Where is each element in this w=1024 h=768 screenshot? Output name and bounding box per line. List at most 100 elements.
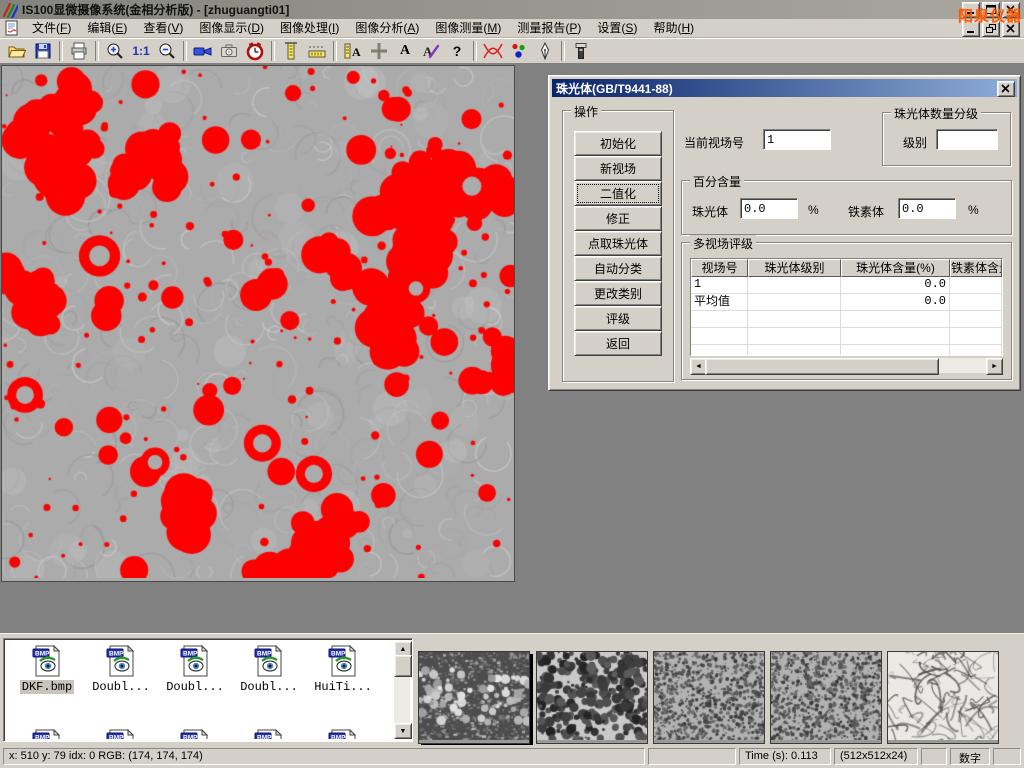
open-file-icon[interactable] (4, 39, 30, 63)
col-header-grade: 珠光体级别 (748, 259, 841, 277)
toolbar: 1:1 A A A ? (0, 38, 1024, 64)
menu-item-0[interactable]: 文件(F) (24, 19, 79, 38)
child-restore-button[interactable] (982, 21, 1000, 37)
table-row-empty (691, 311, 1002, 328)
percent-group: 百分含量 珠光体 % 铁素体 % (681, 180, 1012, 235)
thumbnail-preview-2[interactable] (536, 651, 648, 744)
move-cross-icon[interactable] (366, 39, 392, 63)
print-icon[interactable] (66, 39, 92, 63)
file-item[interactable]: BMP DKF.bmp (10, 645, 84, 729)
micrograph-image[interactable] (2, 66, 514, 578)
zoom-out-icon[interactable] (154, 39, 180, 63)
grade-input[interactable] (936, 129, 998, 150)
timer-icon[interactable] (242, 39, 268, 63)
ferrite-percent-input[interactable] (898, 198, 956, 219)
brush-tool-icon[interactable] (568, 39, 594, 63)
video-capture-icon[interactable] (190, 39, 216, 63)
file-list-scrollbar[interactable]: ▲ ▼ (394, 641, 410, 739)
percent-group-label: 百分含量 (690, 173, 744, 190)
child-close-button[interactable] (1002, 21, 1020, 37)
bmp-file-icon: BMP (180, 645, 210, 677)
menu-item-9[interactable]: 帮助(H) (645, 19, 702, 38)
grade-label: 级别 (903, 134, 927, 151)
bmp-file-icon: BMP (106, 729, 136, 739)
ruler-icon[interactable] (304, 39, 330, 63)
image-size-status: (512x512x24) (834, 748, 918, 765)
status-bar: x: 510 y: 79 idx: 0 RGB: (174, 174, 174)… (0, 745, 1024, 768)
menu-item-8[interactable]: 设置(S) (589, 19, 645, 38)
help-icon[interactable]: ? (444, 39, 470, 63)
table-horizontal-scrollbar[interactable]: ◄ ► (690, 358, 1003, 373)
measure-label-icon[interactable]: A (340, 39, 366, 63)
file-browser-panel: BMP DKF.bmp BMP Doubl... BMP Doubl... BM… (0, 633, 1024, 745)
pick-pearlite-button[interactable]: 点取珠光体 (574, 231, 662, 256)
dialog-close-button[interactable] (997, 81, 1015, 97)
grading-group: 珠光体数量分级 级别 (882, 112, 1011, 166)
thumbnail-preview-5[interactable] (887, 651, 999, 744)
multi-field-group: 多视场评级 视场号 珠光体级别 珠光体含量(%) 铁素体含量(%) 1 0.0 … (681, 242, 1012, 380)
caliper-icon[interactable] (278, 39, 304, 63)
pearlite-percent-input[interactable] (740, 198, 798, 219)
menu-item-2[interactable]: 查看(V) (135, 19, 191, 38)
camera-capture-icon[interactable] (216, 39, 242, 63)
scrollbar-thumb[interactable] (705, 358, 939, 375)
menu-item-1[interactable]: 编辑(E) (79, 19, 135, 38)
minimize-button[interactable] (962, 2, 980, 18)
menu-item-7[interactable]: 测量报告(P) (509, 19, 589, 38)
file-name: Doubl... (238, 680, 300, 694)
application-window: IS100显微摄像系统(金相分析版) - [zhuguangti01] 阳泉仪器… (0, 0, 1024, 768)
actual-size-icon[interactable]: 1:1 (128, 39, 154, 63)
file-item[interactable]: BMP Doubl... (232, 645, 306, 729)
file-item[interactable]: BMP (84, 729, 158, 739)
toolbar-separator (59, 41, 63, 61)
rate-button[interactable]: 评级 (574, 306, 662, 331)
thumbnail-preview-4[interactable] (770, 651, 882, 744)
bmp-file-icon: BMP (254, 729, 284, 739)
pearlite-dialog: 珠光体(GB/T9441-88) 操作 初始化 新视场 二值化 修正 点取珠光体… (548, 75, 1021, 391)
col-header-ferrite: 铁素体含量(%) (950, 259, 1002, 277)
current-field-input[interactable] (763, 129, 831, 150)
table-row[interactable]: 1 0.0 (691, 277, 1002, 294)
file-item[interactable]: BMP Doubl... (158, 645, 232, 729)
menu-item-5[interactable]: 图像分析(A) (347, 19, 427, 38)
zoom-in-icon[interactable] (102, 39, 128, 63)
svg-text:BMP: BMP (35, 735, 50, 740)
close-button[interactable] (1002, 2, 1020, 18)
menu-item-3[interactable]: 图像显示(D) (191, 19, 272, 38)
menu-bar: 文件(F)编辑(E)查看(V)图像显示(D)图像处理(I)图像分析(A)图像测量… (0, 19, 1024, 38)
file-item[interactable]: BMP (306, 729, 380, 739)
file-item[interactable]: BMP (232, 729, 306, 739)
toolbar-separator (473, 41, 477, 61)
svg-text:BMP: BMP (331, 735, 346, 740)
save-icon[interactable] (30, 39, 56, 63)
new-field-button[interactable]: 新视场 (574, 156, 662, 181)
file-item[interactable]: BMP (10, 729, 84, 739)
auto-classify-button[interactable]: 自动分类 (574, 256, 662, 281)
change-category-button[interactable]: 更改类别 (574, 281, 662, 306)
scrollbar-thumb[interactable] (394, 655, 412, 677)
app-logo-icon (2, 2, 18, 18)
pen-tool-icon[interactable] (532, 39, 558, 63)
child-minimize-button[interactable] (962, 21, 980, 37)
color-classify-icon[interactable] (506, 39, 532, 63)
file-item[interactable]: BMP (158, 729, 232, 739)
menu-item-6[interactable]: 图像测量(M) (427, 19, 509, 38)
text-edit-icon[interactable]: A (418, 39, 444, 63)
text-annotation-icon[interactable]: A (392, 39, 418, 63)
table-row[interactable]: 平均值 0.0 (691, 294, 1002, 311)
dialog-title: 珠光体(GB/T9441-88) (556, 80, 673, 97)
binarize-button[interactable]: 二值化 (574, 181, 662, 206)
correct-button[interactable]: 修正 (574, 206, 662, 231)
file-item[interactable]: BMP HuiTi... (306, 645, 380, 729)
scroll-down-icon[interactable]: ▼ (394, 723, 412, 739)
menu-item-4[interactable]: 图像处理(I) (272, 19, 347, 38)
maximize-button[interactable] (982, 2, 1000, 18)
return-button[interactable]: 返回 (574, 331, 662, 356)
thumbnail-preview-3[interactable] (653, 651, 765, 744)
scroll-right-icon[interactable]: ► (986, 358, 1003, 375)
curve-tool-icon[interactable] (480, 39, 506, 63)
file-item[interactable]: BMP Doubl... (84, 645, 158, 729)
col-header-field: 视场号 (691, 259, 748, 277)
thumbnail-preview-1[interactable] (418, 651, 530, 744)
initialize-button[interactable]: 初始化 (574, 131, 662, 156)
